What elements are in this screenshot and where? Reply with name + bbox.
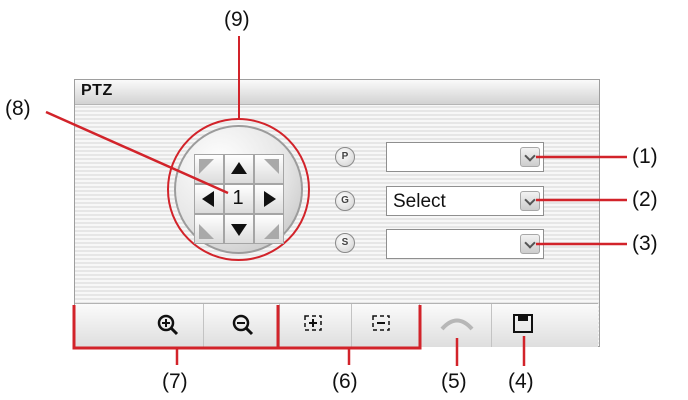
callout-2: (2) — [632, 188, 658, 211]
callout-3: (3) — [632, 232, 658, 255]
callout-7: (7) — [162, 370, 188, 393]
callout-9: (9) — [224, 8, 250, 31]
callout-6: (6) — [332, 370, 358, 393]
callout-lines — [45, 110, 627, 366]
callout-8: (8) — [5, 97, 31, 120]
callout-1: (1) — [632, 145, 658, 168]
callout-5: (5) — [441, 370, 467, 393]
callout-4: (4) — [508, 370, 534, 393]
